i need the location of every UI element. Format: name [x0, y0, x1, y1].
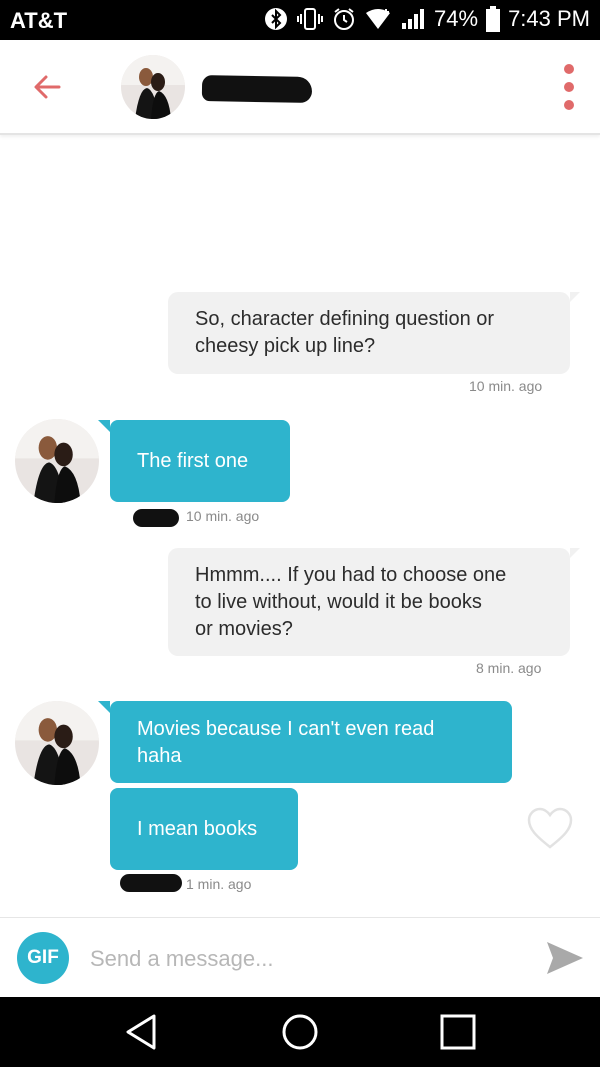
status-bar: AT&T 74% 7:43 PM: [0, 0, 600, 40]
nav-recents-button[interactable]: [438, 1012, 478, 1052]
redacted-name: [133, 509, 179, 527]
send-button[interactable]: [545, 938, 585, 978]
carrier-label: AT&T: [10, 8, 68, 33]
nav-back-button[interactable]: [122, 1012, 162, 1052]
bluetooth-icon: [264, 7, 288, 31]
message-composer: GIF: [0, 917, 600, 998]
heart-icon: [527, 807, 573, 849]
profile-photo-icon: [121, 55, 185, 119]
gif-button[interactable]: GIF: [17, 932, 69, 984]
circle-home-icon: [282, 1014, 318, 1050]
triangle-back-icon: [126, 1014, 156, 1050]
match-avatar[interactable]: [15, 419, 99, 503]
message-text: The first one: [137, 450, 249, 472]
message-timestamp: 10 min. ago: [186, 508, 260, 524]
chat-header: [0, 40, 600, 135]
message-text: to live without, would it be books: [195, 591, 482, 613]
battery-icon: [486, 6, 501, 32]
redacted-name: [120, 874, 182, 892]
more-vertical-icon: [564, 64, 574, 74]
profile-photo-icon: [15, 419, 99, 503]
profile-photo-icon: [15, 701, 99, 785]
message-bubble-incoming[interactable]: Movies because I can't even read haha: [98, 701, 512, 783]
message-text: haha: [137, 745, 182, 767]
message-timestamp: 1 min. ago: [186, 876, 252, 892]
message-text: or movies?: [195, 618, 293, 640]
message-bubble-incoming[interactable]: I mean books: [110, 788, 298, 870]
message-input[interactable]: [88, 936, 512, 982]
message-timestamp: 10 min. ago: [469, 378, 543, 394]
message-text: So, character defining question or: [195, 308, 495, 330]
navigation-bar: [0, 997, 600, 1067]
nav-home-button[interactable]: [280, 1012, 320, 1052]
match-avatar[interactable]: [15, 701, 99, 785]
clock: 7:43 PM: [508, 6, 590, 31]
back-button[interactable]: [28, 68, 66, 106]
match-avatar[interactable]: [121, 55, 185, 119]
message-text: I mean books: [137, 818, 258, 840]
alarm-icon: [332, 7, 356, 31]
message-bubble-outgoing[interactable]: Hmmm.... If you had to choose one to liv…: [168, 548, 580, 656]
square-recents-icon: [440, 1014, 476, 1050]
message-text: cheesy pick up line?: [195, 335, 376, 357]
status-icons: 74% 7:43 PM: [264, 6, 590, 32]
battery-percent: 74%: [434, 6, 479, 31]
message-timestamp: 8 min. ago: [476, 660, 542, 676]
redacted-name: [201, 75, 313, 103]
signal-icon: [400, 7, 426, 31]
message-bubble-outgoing[interactable]: So, character defining question or chees…: [168, 292, 580, 374]
message-bubble-incoming[interactable]: The first one: [98, 420, 290, 502]
send-icon: [547, 942, 583, 974]
message-text: Hmmm.... If you had to choose one: [195, 564, 507, 586]
vibrate-icon: [296, 7, 324, 31]
message-text: Movies because I can't even read: [137, 718, 435, 740]
like-button[interactable]: [526, 806, 574, 850]
wifi-icon: [364, 7, 392, 31]
arrow-left-icon: [34, 75, 61, 99]
more-options-button[interactable]: [556, 64, 582, 110]
